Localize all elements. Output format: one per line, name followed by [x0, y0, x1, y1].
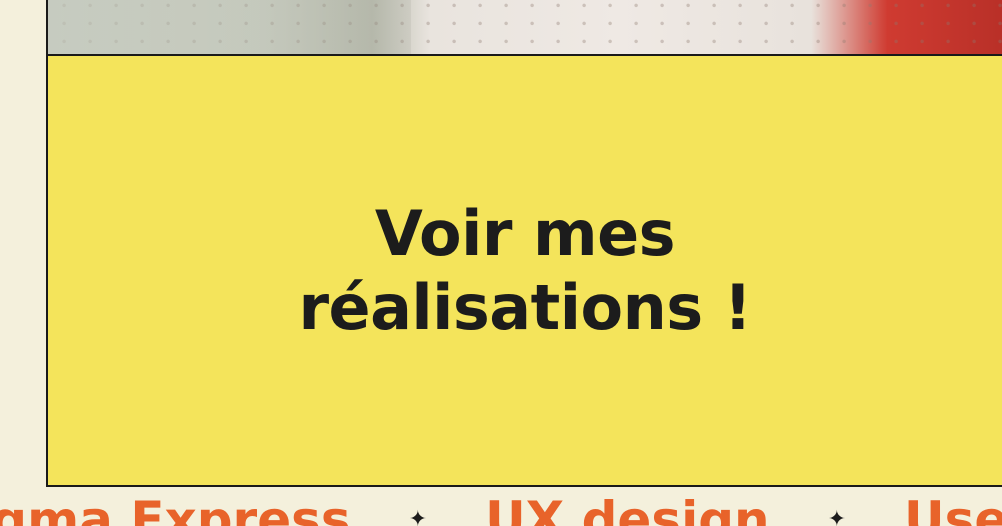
star-separator-icon: ✦	[408, 507, 428, 526]
left-margin-strip	[0, 0, 46, 487]
photo-background-shade	[48, 0, 411, 54]
marquee-item: UX design	[485, 491, 770, 526]
see-work-label: Voir mes réalisations !	[298, 197, 752, 344]
skills-marquee-track: Figma Express✦UX design✦User flow	[0, 495, 1002, 526]
page: Voir mes réalisations ! Figma Express ✦ UX…	[0, 0, 1002, 526]
see-work-button[interactable]: Voir mes réalisations !	[48, 56, 1002, 485]
marquee-item: User flow	[904, 491, 1002, 526]
star-separator-icon: ✦	[827, 507, 847, 526]
profile-photo	[48, 0, 1002, 56]
portfolio-card: Voir mes réalisations !	[46, 0, 1002, 487]
skills-marquee: Figma Express ✦ UX design ✦ User flow	[0, 487, 1002, 526]
marquee-item: Figma Express	[0, 491, 351, 526]
